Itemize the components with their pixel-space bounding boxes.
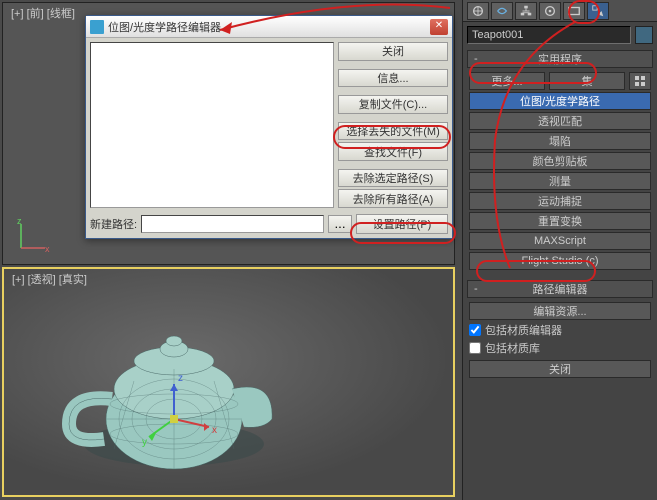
new-path-input[interactable] [141, 215, 324, 233]
dialog-title-text: 位图/光度学路径编辑器 [108, 19, 221, 35]
axis-gizmo-icon: z x [13, 216, 53, 256]
new-path-label: 新建路径: [90, 216, 137, 232]
collapse-button[interactable]: 塌陷 [469, 132, 651, 150]
include-mat-editor-label: 包括材质编辑器 [485, 322, 562, 338]
edit-resources-button[interactable]: 编辑资源... [469, 302, 651, 320]
maxscript-button[interactable]: MAXScript [469, 232, 651, 250]
motion-tab-icon[interactable] [539, 2, 561, 20]
more-button[interactable]: 更多... [469, 72, 545, 90]
set-path-button[interactable]: 设置路径(P) [356, 214, 448, 234]
path-list[interactable] [90, 42, 334, 208]
find-file-button[interactable]: 查找文件(F) [338, 142, 448, 161]
utilities-rollout-header[interactable]: 实用程序 [467, 50, 653, 68]
include-mat-editor-row[interactable]: 包括材质编辑器 [469, 322, 651, 338]
measure-button[interactable]: 测量 [469, 172, 651, 190]
svg-text:x: x [45, 244, 50, 254]
close-panel-button[interactable]: 关闭 [469, 360, 651, 378]
include-mat-lib-label: 包括材质库 [485, 340, 540, 356]
object-color-swatch[interactable] [635, 26, 653, 44]
close-icon[interactable]: ✕ [430, 19, 448, 35]
path-editor-rollout-header[interactable]: 路径编辑器 [467, 280, 653, 298]
svg-text:x: x [212, 425, 217, 436]
copy-file-button[interactable]: 复制文件(C)... [338, 95, 448, 114]
motion-capture-button[interactable]: 运动捕捉 [469, 192, 651, 210]
browse-button[interactable]: ... [328, 215, 352, 233]
include-mat-editor-checkbox[interactable] [469, 324, 481, 336]
reset-xform-button[interactable]: 重置变换 [469, 212, 651, 230]
viewport-front-label: [+] [前] [线框] [11, 5, 75, 21]
viewport-perspective[interactable]: x y z [+] [透视] [真实] [2, 267, 455, 497]
command-panel: 实用程序 更多... 集 位图/光度学路径 透视匹配 塌陷 颜色剪贴板 测量 运… [462, 0, 657, 500]
bitmap-path-button[interactable]: 位图/光度学路径 [469, 92, 651, 110]
remove-selected-button[interactable]: 去除选定路径(S) [338, 169, 448, 188]
close-button[interactable]: 关闭 [338, 42, 448, 61]
info-button[interactable]: 信息... [338, 69, 448, 88]
modify-tab-icon[interactable] [491, 2, 513, 20]
create-tab-icon[interactable] [467, 2, 489, 20]
flight-studio-button[interactable]: Flight Studio (c) [469, 252, 651, 270]
svg-text:z: z [178, 373, 183, 384]
viewport-perspective-label: [+] [透视] [真实] [12, 271, 87, 287]
object-name-input[interactable] [467, 26, 631, 44]
config-button[interactable] [629, 72, 651, 90]
utilities-tab-icon[interactable] [587, 2, 609, 20]
include-mat-lib-checkbox[interactable] [469, 342, 481, 354]
bitmap-path-editor-dialog: 位图/光度学路径编辑器 ✕ 关闭 信息... 复制文件(C)... 选择丢失的文… [85, 15, 453, 239]
hierarchy-tab-icon[interactable] [515, 2, 537, 20]
app-icon [90, 20, 104, 34]
remove-all-button[interactable]: 去除所有路径(A) [338, 189, 448, 208]
teapot-mesh-icon: x y z [4, 269, 455, 497]
grid-icon [634, 75, 646, 87]
color-clipboard-button[interactable]: 颜色剪贴板 [469, 152, 651, 170]
dialog-titlebar[interactable]: 位图/光度学路径编辑器 ✕ [86, 16, 452, 38]
include-mat-lib-row[interactable]: 包括材质库 [469, 340, 651, 356]
svg-text:z: z [17, 216, 22, 226]
perspective-match-button[interactable]: 透视匹配 [469, 112, 651, 130]
display-tab-icon[interactable] [563, 2, 585, 20]
svg-text:y: y [142, 437, 147, 448]
sets-button[interactable]: 集 [549, 72, 625, 90]
select-missing-button[interactable]: 选择丢失的文件(M) [338, 122, 448, 141]
